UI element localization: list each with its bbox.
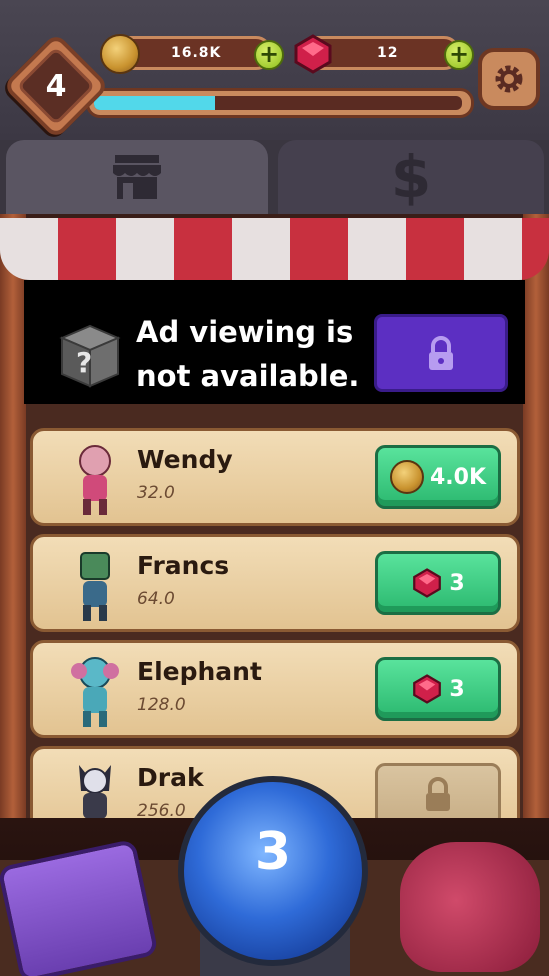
crystal-ball-count: 3 — [254, 822, 292, 882]
buy-button[interactable]: 4.0K — [375, 445, 501, 509]
buy-price: 4.0K — [429, 464, 487, 490]
ad-banner: ? Ad viewing is not available. — [24, 280, 525, 404]
item-name: Francs — [137, 551, 230, 580]
item-value: 128.0 — [137, 695, 186, 715]
item-name: Drak — [137, 763, 204, 792]
list-item: Elephant 128.0 3 — [30, 640, 520, 738]
wendy-doll-icon — [79, 445, 111, 515]
purse-button[interactable] — [400, 842, 540, 972]
shop-post-right — [523, 214, 549, 834]
elephant-doll-icon — [71, 657, 119, 727]
shop-awning — [0, 218, 549, 280]
tab-money[interactable]: $ — [278, 140, 544, 214]
list-item: Wendy 32.0 4.0K — [30, 428, 520, 526]
item-value: 32.0 — [137, 483, 175, 503]
buy-button[interactable]: 3 — [375, 551, 501, 615]
watch-ad-button[interactable] — [374, 314, 508, 392]
mystery-box-icon: ? — [59, 324, 121, 388]
item-name: Wendy — [137, 445, 233, 474]
gem-icon — [413, 674, 442, 704]
coin-icon — [389, 460, 424, 494]
add-coins-button[interactable]: + — [254, 40, 284, 70]
level-number: 4 — [45, 68, 67, 104]
coin-amount: 16.8K — [171, 45, 222, 61]
dollar-icon: $ — [390, 143, 432, 211]
item-name: Elephant — [137, 657, 262, 686]
gem-amount: 12 — [377, 45, 399, 61]
svg-text:?: ? — [76, 346, 92, 379]
shop-post-left — [0, 214, 26, 834]
lock-icon — [429, 336, 453, 370]
gear-icon — [495, 65, 523, 93]
shop-icon — [113, 155, 161, 199]
gem-icon — [413, 568, 442, 598]
gem-icon — [294, 34, 332, 74]
xp-bar-fill — [94, 96, 216, 110]
list-item: Francs 64.0 3 — [30, 534, 520, 632]
ad-message: Ad viewing is not available. — [136, 315, 360, 393]
settings-button[interactable] — [478, 48, 540, 110]
xp-bar — [94, 96, 462, 110]
buy-price: 3 — [449, 676, 465, 702]
coin-icon — [100, 34, 140, 74]
buy-button[interactable]: 3 — [375, 657, 501, 721]
lock-icon — [426, 777, 450, 811]
francs-doll-icon — [80, 552, 110, 621]
tab-shop[interactable] — [6, 140, 268, 214]
item-value: 64.0 — [137, 589, 175, 609]
buy-price: 3 — [449, 570, 465, 596]
add-gems-button[interactable]: + — [444, 40, 474, 70]
